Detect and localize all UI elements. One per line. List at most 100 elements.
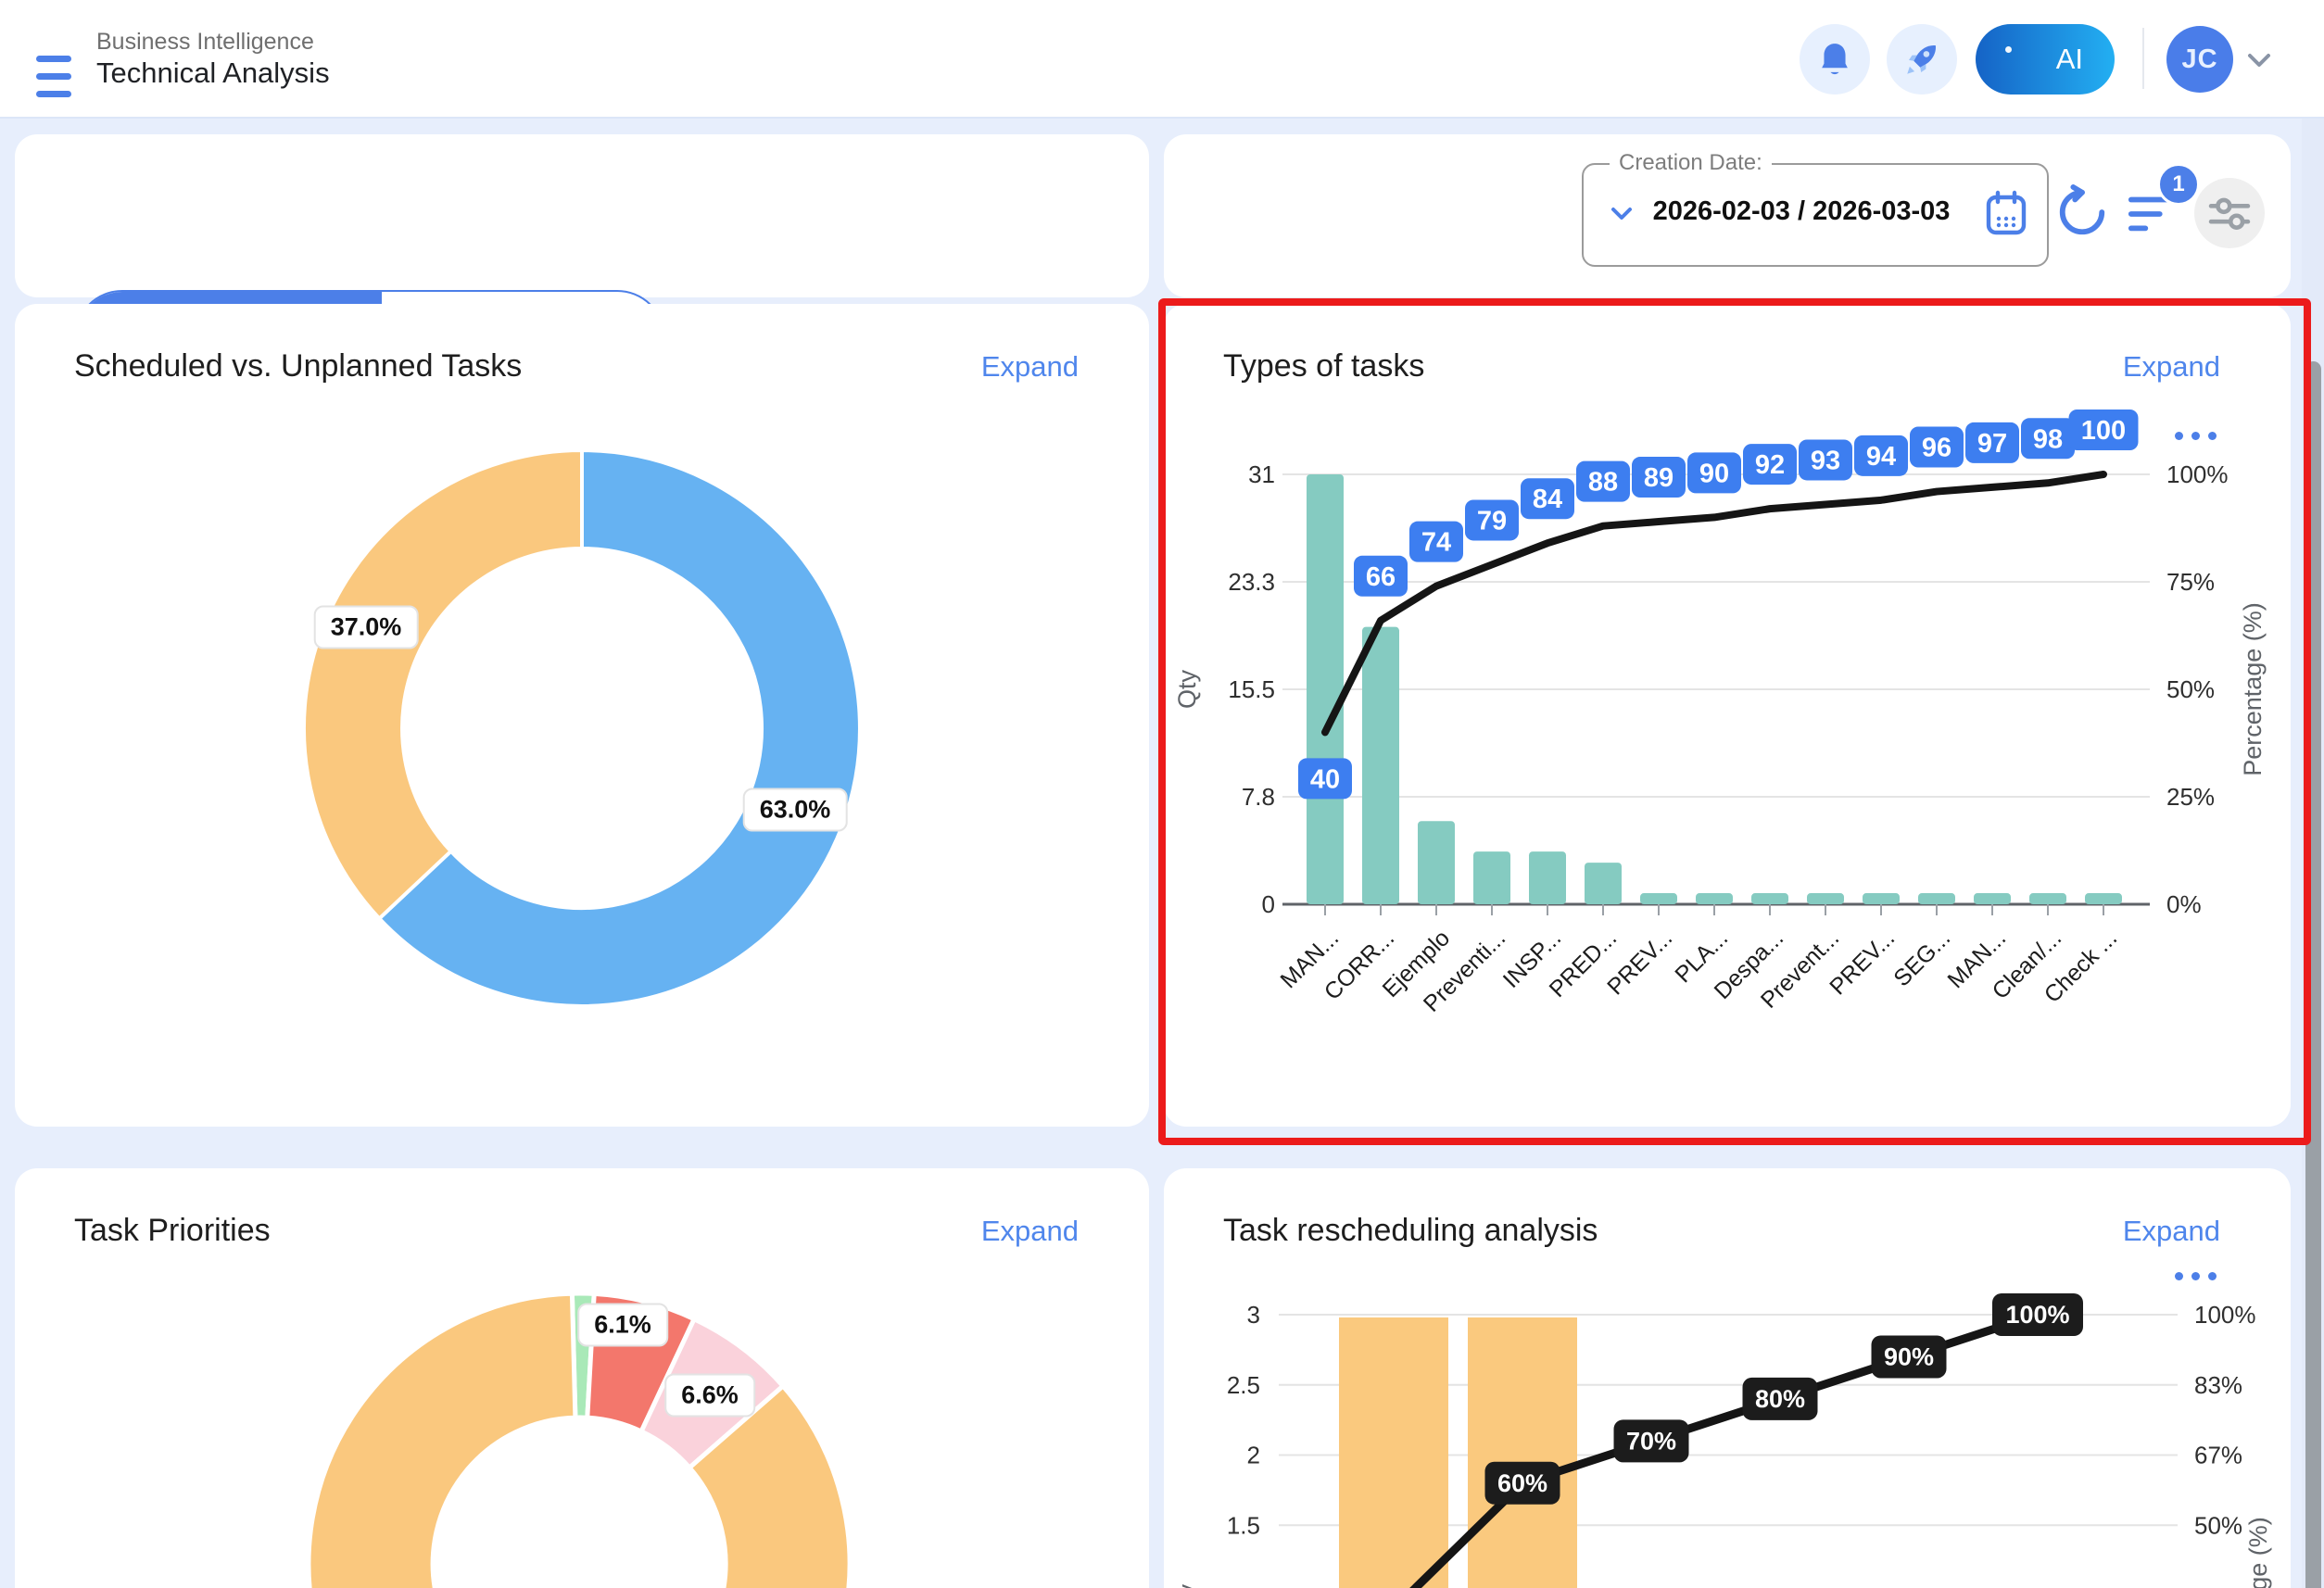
bar[interactable] — [1418, 821, 1455, 904]
donut-chart-planned-unplanned — [15, 304, 1149, 1045]
y-tick-left: 15.5 — [1228, 675, 1275, 703]
y-tick-left: 2.5 — [1227, 1371, 1260, 1399]
point-label: 100 — [2081, 416, 2126, 446]
y-tick-left: 31 — [1248, 460, 1275, 488]
tabs-panel: Analysis Tasks WO Analysis — [15, 134, 1149, 297]
y-axis-title-right: Percentage (%) — [2244, 1517, 2272, 1588]
app-title: Business Intelligence — [96, 28, 330, 56]
bar[interactable] — [1307, 474, 1344, 904]
point-label: 60% — [1497, 1469, 1547, 1497]
point-label: 40 — [1310, 764, 1340, 794]
y-tick-left: 3 — [1247, 1301, 1260, 1329]
point-label: 90 — [1699, 459, 1729, 488]
bar[interactable] — [1696, 893, 1733, 904]
y-tick-right: 100% — [2166, 460, 2229, 488]
slice-label-medium: 6.6% — [664, 1374, 755, 1418]
settings-button[interactable] — [2194, 178, 2265, 248]
bar[interactable] — [1468, 1317, 1577, 1588]
sparkle-icon — [2005, 46, 2012, 53]
y-tick-right: 100% — [2194, 1301, 2256, 1329]
card-types-of-tasks: Types of tasks Expand 31100%23.375%15.55… — [1164, 304, 2291, 1127]
point-label: 89 — [1644, 463, 1674, 493]
filter-badge: 1 — [2157, 163, 2200, 206]
y-axis-title-left: Qty — [1173, 670, 1201, 710]
point-label: 93 — [1811, 446, 1840, 475]
scrollbar-thumb[interactable] — [2305, 361, 2321, 1588]
bar[interactable] — [1640, 893, 1677, 904]
rocket-icon — [1902, 40, 1941, 79]
point-label: 97 — [1977, 429, 2007, 459]
donut-slice — [304, 450, 582, 918]
sliders-icon — [2208, 195, 2251, 232]
ai-button-label: AI — [2056, 43, 2083, 76]
bar[interactable] — [1473, 851, 1510, 904]
filters-panel: Creation Date: 2026-02-03 / 2026-03-03 — [1164, 134, 2291, 297]
page-title: Technical Analysis — [96, 56, 330, 91]
card-scheduled-vs-unplanned: Scheduled vs. Unplanned Tasks Expand Pla… — [15, 304, 1149, 1127]
point-label: 66 — [1366, 562, 1396, 592]
bar[interactable] — [1807, 893, 1844, 904]
point-label: 100% — [2005, 1301, 2069, 1329]
header-titles: Business Intelligence Technical Analysis — [96, 28, 330, 91]
point-label: 94 — [1866, 442, 1896, 472]
donut-chart-task-priorities — [15, 1168, 1149, 1588]
bar[interactable] — [1918, 893, 1955, 904]
notifications-button[interactable] — [1800, 24, 1870, 95]
creation-date-field[interactable]: Creation Date: 2026-02-03 / 2026-03-03 — [1582, 163, 2049, 267]
bar[interactable] — [1863, 893, 1900, 904]
y-axis-title-right: Percentage (%) — [2239, 602, 2267, 776]
cumulative-line — [1325, 474, 2103, 732]
avatar[interactable]: JC — [2166, 26, 2233, 93]
card-task-rescheduling: Task rescheduling analysis Expand 3100%2… — [1164, 1168, 2291, 1588]
slice-label-high: 6.1% — [577, 1304, 668, 1347]
refresh-icon[interactable] — [2055, 183, 2109, 241]
point-label: 90% — [1884, 1342, 1934, 1370]
header: Business Intelligence Technical Analysis… — [0, 0, 2324, 119]
bar[interactable] — [2085, 893, 2122, 904]
bar[interactable] — [1529, 851, 1566, 904]
header-divider — [2142, 28, 2144, 89]
calendar-icon[interactable] — [1984, 189, 2028, 237]
chevron-down-icon[interactable] — [1610, 206, 1634, 222]
point-label: 70% — [1626, 1427, 1676, 1455]
bar[interactable] — [1751, 893, 1788, 904]
pareto-chart-task-rescheduling: 3100%2.583%267%1.550%60%70%80%90%100%Qty… — [1164, 1168, 2291, 1588]
menu-icon[interactable] — [36, 56, 71, 98]
y-tick-right: 50% — [2194, 1511, 2242, 1539]
card-task-priorities: Task Priorities Expand 6.1%6.6% — [15, 1168, 1149, 1588]
point-label: 96 — [1922, 434, 1951, 463]
slice-label-planned: 63.0% — [743, 788, 848, 832]
y-tick-right: 25% — [2166, 783, 2215, 811]
y-tick-right: 75% — [2166, 568, 2215, 596]
y-tick-right: 0% — [2166, 890, 2202, 918]
bar[interactable] — [1362, 627, 1399, 904]
bar[interactable] — [1974, 893, 2011, 904]
app-root: Business Intelligence Technical Analysis… — [0, 0, 2324, 1588]
chevron-down-icon[interactable] — [2246, 52, 2272, 69]
bell-icon — [1817, 41, 1852, 78]
point-label: 79 — [1477, 506, 1507, 536]
y-tick-right: 50% — [2166, 675, 2215, 703]
slice-label-unplanned: 37.0% — [314, 606, 419, 649]
creation-date-label: Creation Date: — [1610, 150, 1772, 176]
assistant-button[interactable] — [1887, 24, 1957, 95]
bar[interactable] — [1339, 1317, 1448, 1588]
y-tick-left: 0 — [1262, 890, 1275, 918]
creation-date-value[interactable]: 2026-02-03 / 2026-03-03 — [1648, 196, 1954, 227]
point-label: 80% — [1755, 1385, 1805, 1413]
y-tick-right: 83% — [2194, 1371, 2242, 1399]
point-label: 74 — [1421, 528, 1451, 558]
bar[interactable] — [2029, 893, 2066, 904]
y-tick-left: 1.5 — [1227, 1511, 1260, 1539]
point-label: 84 — [1533, 485, 1562, 514]
x-label: SEG... — [1888, 925, 1955, 991]
y-axis-title-left: Qty — [1173, 1584, 1201, 1588]
y-tick-left: 2 — [1247, 1442, 1260, 1469]
y-tick-left: 7.8 — [1242, 783, 1275, 811]
ai-button[interactable]: AI — [1976, 24, 2115, 95]
point-label: 92 — [1755, 450, 1785, 480]
pareto-chart-types-of-tasks: 31100%23.375%15.550%7.825%00%MAN...CORR.… — [1164, 304, 2291, 1119]
y-tick-left: 23.3 — [1228, 568, 1275, 596]
bar[interactable] — [1585, 863, 1622, 904]
point-label: 88 — [1588, 468, 1618, 498]
